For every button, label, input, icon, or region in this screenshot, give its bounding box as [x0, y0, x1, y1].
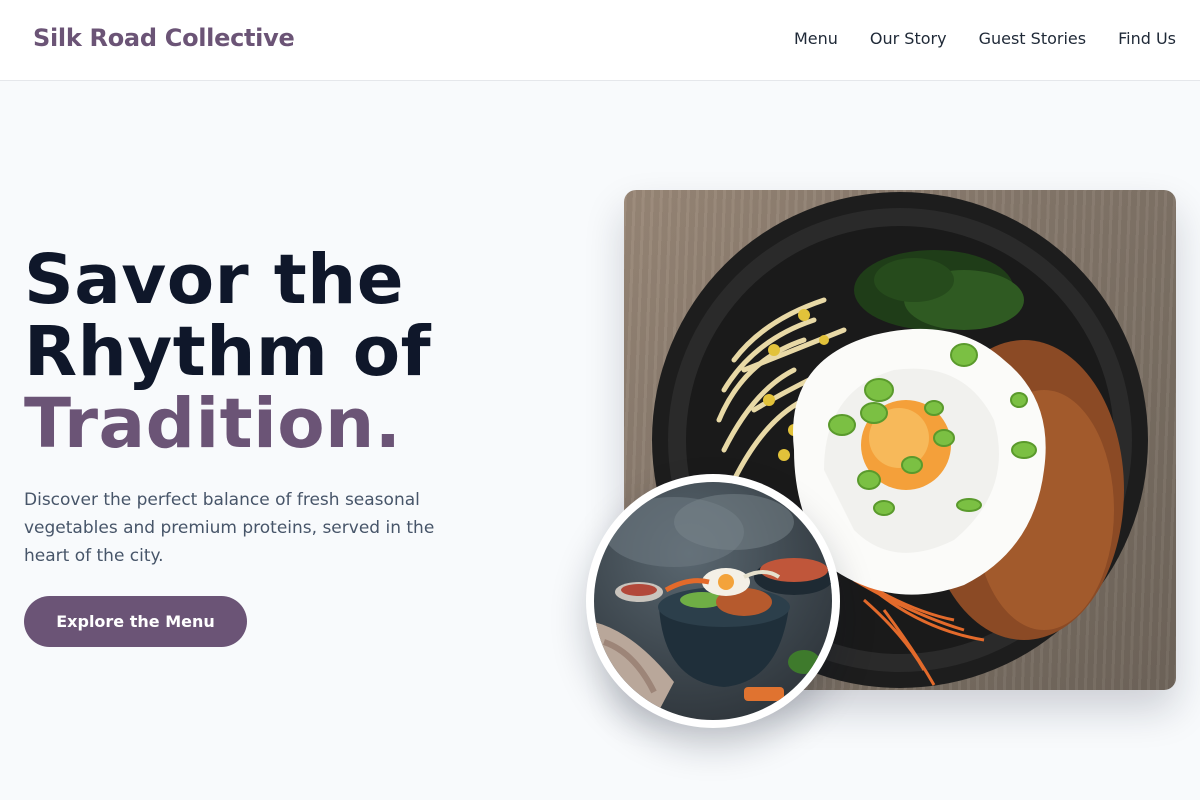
main-nav: Menu Our Story Guest Stories Find Us [794, 29, 1176, 48]
nav-link-find-us[interactable]: Find Us [1118, 29, 1176, 48]
headline-line-1: Savor the [24, 240, 405, 320]
hero-headline: Savor the Rhythm of Tradition. [24, 244, 544, 460]
nav-link-guest-stories[interactable]: Guest Stories [979, 29, 1087, 48]
brand-logo[interactable]: Silk Road Collective [33, 24, 295, 52]
site-header: Silk Road Collective Menu Our Story Gues… [0, 0, 1200, 81]
rice-bowl-table-image [594, 482, 832, 720]
inset-circle-frame [586, 474, 840, 728]
nav-link-our-story[interactable]: Our Story [870, 29, 947, 48]
explore-menu-button[interactable]: Explore the Menu [24, 596, 247, 647]
hero-description: Discover the perfect balance of fresh se… [24, 490, 435, 566]
nav-link-menu[interactable]: Menu [794, 29, 838, 48]
headline-line-2: Rhythm of [24, 312, 432, 392]
headline-accent: Tradition. [24, 384, 402, 464]
